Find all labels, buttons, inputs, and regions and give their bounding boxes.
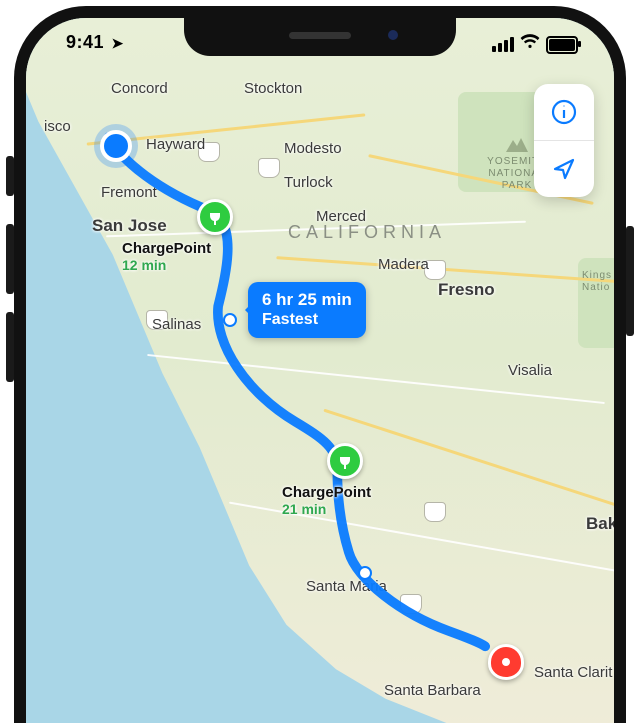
- charging-stop-label: ChargePoint12 min: [122, 240, 211, 273]
- route-callout[interactable]: 6 hr 25 min Fastest: [248, 282, 366, 338]
- map-controls-card: [534, 84, 594, 197]
- charging-stop-name: ChargePoint: [282, 484, 371, 501]
- city-label: Salinas: [152, 316, 201, 333]
- device-frame: 9:41 ➤ CALIFORNIA: [0, 0, 640, 723]
- cellular-icon: [492, 37, 514, 52]
- charging-stop-wait: 21 min: [282, 501, 371, 517]
- city-label: Santa Clarit: [534, 664, 612, 681]
- city-label: San Jose: [92, 216, 167, 236]
- route-shield-icon: [424, 502, 446, 522]
- plug-icon: [338, 452, 352, 470]
- city-label: Fresno: [438, 280, 495, 300]
- phone-screen: 9:41 ➤ CALIFORNIA: [14, 6, 626, 723]
- route-callout-time: 6 hr 25 min: [262, 290, 352, 309]
- city-label: Merced: [316, 208, 366, 225]
- route-waypoint: [358, 566, 372, 580]
- battery-icon: [546, 36, 578, 54]
- notch: [184, 18, 456, 56]
- route-callout-tag: Fastest: [262, 310, 352, 330]
- route-shield-icon: [258, 158, 280, 178]
- volume-down-button: [6, 312, 14, 382]
- location-services-icon: ➤: [112, 35, 124, 52]
- city-label: Stockton: [244, 80, 302, 97]
- current-location-dot[interactable]: [100, 130, 132, 162]
- location-arrow-icon: [550, 155, 578, 183]
- route-waypoint: [223, 313, 237, 327]
- volume-up-button: [6, 224, 14, 294]
- city-label: Hayward: [146, 136, 205, 153]
- city-label: Santa Maria: [306, 578, 387, 595]
- city-label: Modesto: [284, 140, 342, 157]
- city-label: Visalia: [508, 362, 552, 379]
- charging-stop-wait: 12 min: [122, 257, 211, 273]
- side-button: [626, 226, 634, 336]
- charging-stop-pin[interactable]: [197, 199, 233, 235]
- info-icon: [550, 98, 578, 126]
- charging-stop-pin[interactable]: [327, 443, 363, 479]
- status-time: 9:41 ➤: [66, 32, 124, 53]
- city-label: isco: [44, 118, 71, 135]
- route-shield-icon: [400, 594, 422, 614]
- charging-stop-label: ChargePoint21 min: [282, 484, 371, 517]
- city-label: Madera: [378, 256, 429, 273]
- destination-pin[interactable]: [488, 644, 524, 680]
- city-label: Santa Barbara: [384, 682, 481, 699]
- mute-switch: [6, 156, 14, 196]
- info-button[interactable]: [534, 84, 594, 140]
- park-label: Kings Natio: [582, 270, 626, 294]
- map-canvas[interactable]: CALIFORNIA YOSEMITE NATIONAL PARK Kings …: [26, 18, 614, 723]
- city-label: Bake: [586, 514, 626, 534]
- time-text: 9:41: [66, 32, 104, 52]
- region-label: CALIFORNIA: [288, 222, 446, 243]
- wifi-icon: [520, 34, 540, 55]
- city-label: Concord: [111, 80, 168, 97]
- locate-me-button[interactable]: [534, 140, 594, 197]
- charging-stop-name: ChargePoint: [122, 240, 211, 257]
- city-label: Fremont: [101, 184, 157, 201]
- city-label: Turlock: [284, 174, 333, 191]
- plug-icon: [208, 208, 222, 226]
